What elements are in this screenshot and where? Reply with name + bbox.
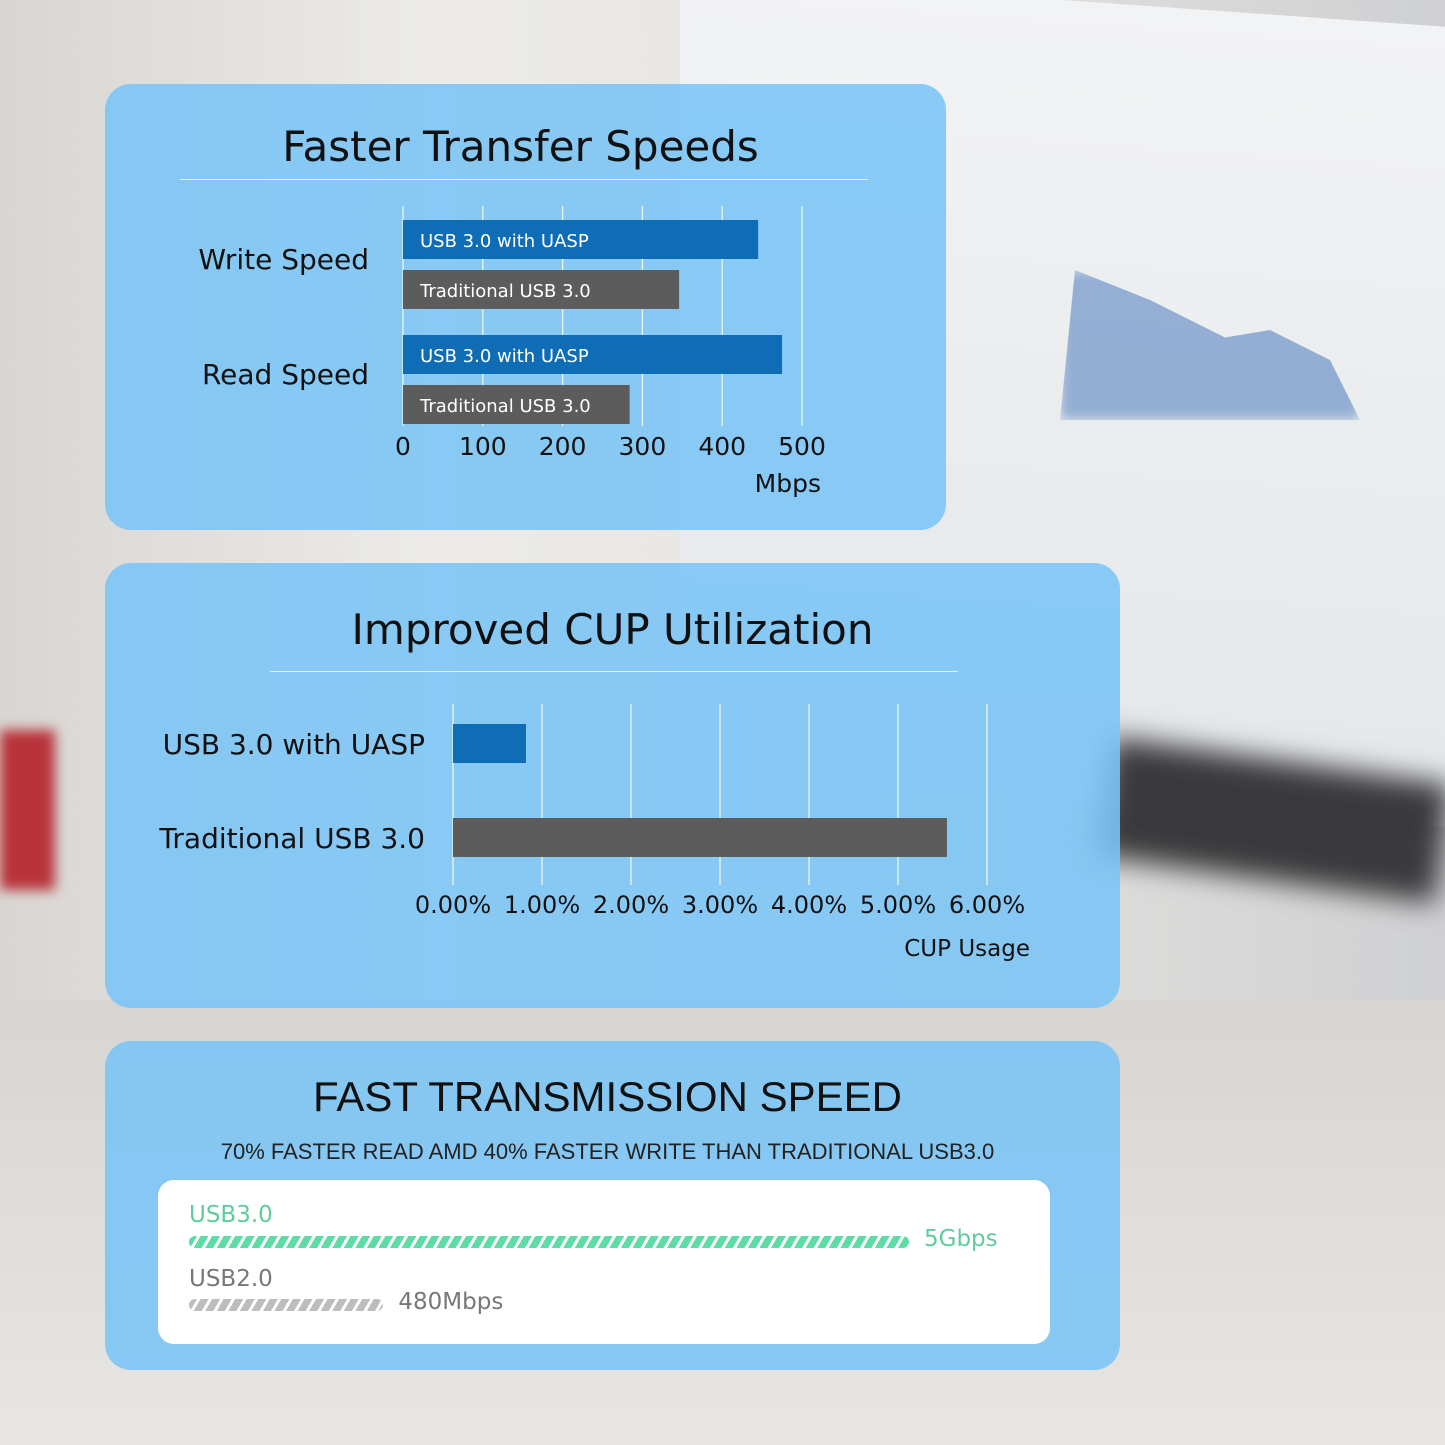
- bar-label: USB 3.0 with UASP: [420, 231, 589, 252]
- x-tick-label: 100: [459, 432, 507, 461]
- speed-comparison-card: USB3.0 5Gbps USB2.0 480Mbps: [158, 1180, 1050, 1344]
- bar-label: USB 3.0 with UASP: [420, 346, 589, 367]
- x-axis-label: Mbps: [755, 469, 821, 498]
- transfer-speed-chart: 0 100 200 300 400 500 Mbps Write Speed USB 3.0 w…: [198, 206, 826, 498]
- x-tick-label: 1.00%: [504, 891, 580, 919]
- x-axis-label: CUP Usage: [904, 936, 1030, 962]
- transmission-subtitle: 70% FASTER READ AMD 40% FASTER WRITE THA…: [220, 1139, 995, 1164]
- bar-label: Traditional USB 3.0: [419, 281, 591, 302]
- usb2-label: USB2.0: [189, 1266, 273, 1292]
- usb2-speed-bar: [189, 1299, 384, 1311]
- x-tick-label: 3.00%: [682, 891, 758, 919]
- usb3-speed-bar: [189, 1236, 909, 1248]
- transfer-speed-panel: Faster Transfer Speeds 0 100 200 300 400 500 M…: [105, 84, 946, 530]
- bar: [453, 724, 526, 763]
- x-tick-label: 400: [698, 432, 746, 461]
- x-tick-label: 6.00%: [949, 891, 1025, 919]
- x-tick-label: 2.00%: [593, 891, 669, 919]
- x-tick-label: 0: [395, 432, 411, 461]
- background-cup: [0, 730, 55, 890]
- category-label: USB 3.0 with UASP: [163, 728, 425, 761]
- x-tick-label: 5.00%: [860, 891, 936, 919]
- category-label: Read Speed: [202, 358, 369, 391]
- bar: [453, 818, 947, 857]
- x-tick-label: 200: [539, 432, 587, 461]
- transmission-title: FAST TRANSMISSION SPEED: [313, 1073, 902, 1120]
- cpu-utilization-panel: Improved CUP Utilization 0.00% 1.00% 2.00%…: [105, 563, 1120, 1008]
- usb2-speed-value: 480Mbps: [398, 1289, 504, 1315]
- x-tick-label: 300: [619, 432, 667, 461]
- category-label: Traditional USB 3.0: [158, 822, 425, 855]
- x-tick-label: 0.00%: [415, 891, 491, 919]
- usb3-label: USB3.0: [189, 1202, 273, 1228]
- x-tick-label: 4.00%: [771, 891, 847, 919]
- transmission-panel: FAST TRANSMISSION SPEED 70% FASTER READ …: [105, 1041, 1120, 1370]
- category-label: Write Speed: [198, 243, 369, 276]
- cpu-utilization-chart: 0.00% 1.00% 2.00% 3.00% 4.00% 5.00% 6.00% CUP U…: [158, 704, 1030, 962]
- usb3-speed-value: 5Gbps: [924, 1226, 998, 1252]
- x-tick-label: 500: [778, 432, 826, 461]
- bar-label: Traditional USB 3.0: [419, 396, 591, 417]
